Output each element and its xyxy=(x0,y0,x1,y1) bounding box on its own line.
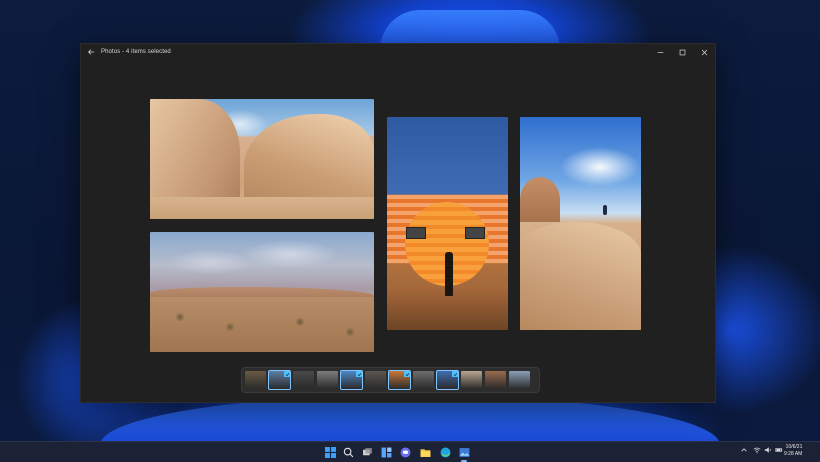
system-clock[interactable]: 10/6/21 9:28 AM xyxy=(784,444,802,458)
photo-joshua-tree-landscape[interactable] xyxy=(150,232,374,352)
clock-time: 9:28 AM xyxy=(784,451,803,457)
file-explorer-icon[interactable] xyxy=(418,445,432,459)
search-icon[interactable] xyxy=(341,445,355,459)
filmstrip-thumbnail[interactable] xyxy=(268,370,291,390)
photo-desert-boulders-hiker[interactable] xyxy=(150,99,374,219)
back-arrow-icon xyxy=(88,49,95,55)
task-view-icon[interactable] xyxy=(360,445,374,459)
chat-icon[interactable] xyxy=(398,445,412,459)
window-title: Photos - 4 items selected xyxy=(101,49,171,55)
close-button[interactable] xyxy=(693,44,715,60)
wifi-icon[interactable] xyxy=(753,446,761,454)
filmstrip-thumbnail[interactable] xyxy=(461,371,482,389)
photos-window: Photos - 4 items selected xyxy=(80,43,716,403)
filmstrip-thumbnail[interactable] xyxy=(509,371,530,389)
photo-rock-slope-hiker[interactable] xyxy=(520,117,641,330)
filmstrip-thumbnail[interactable] xyxy=(340,370,363,390)
filmstrip-thumbnail[interactable] xyxy=(317,371,338,389)
volume-icon[interactable] xyxy=(764,446,772,454)
widgets-icon[interactable] xyxy=(379,445,393,459)
filmstrip-thumbnail[interactable] xyxy=(413,371,434,389)
clock-date: 10/6/21 xyxy=(785,444,803,450)
filmstrip-thumbnail[interactable] xyxy=(485,371,506,389)
show-hidden-icons-chevron-icon[interactable] xyxy=(740,446,748,454)
taskbar: 10/6/21 9:28 AM xyxy=(0,441,820,462)
back-button[interactable] xyxy=(81,44,101,60)
battery-icon[interactable] xyxy=(775,446,783,454)
windows-start-icon[interactable] xyxy=(323,445,337,459)
title-bar: Photos - 4 items selected xyxy=(81,44,715,60)
maximize-icon xyxy=(679,49,685,55)
checkmark-icon xyxy=(404,371,410,377)
filmstrip-thumbnail[interactable] xyxy=(365,371,386,389)
filmstrip-thumbnail[interactable] xyxy=(388,370,411,390)
close-icon xyxy=(701,49,707,55)
photos-app-icon[interactable] xyxy=(457,445,471,462)
edge-browser-icon[interactable] xyxy=(438,445,452,459)
filmstrip-thumbnail[interactable] xyxy=(245,371,266,389)
minimize-button[interactable] xyxy=(649,44,671,60)
filmstrip-thumbnail[interactable] xyxy=(436,370,459,390)
photo-orange-sun-mural[interactable] xyxy=(387,117,508,330)
minimize-icon xyxy=(657,51,663,53)
checkmark-icon xyxy=(284,371,290,377)
checkmark-icon xyxy=(452,371,458,377)
filmstrip xyxy=(241,367,540,393)
maximize-button[interactable] xyxy=(671,44,693,60)
checkmark-icon xyxy=(356,371,362,377)
filmstrip-thumbnail[interactable] xyxy=(293,371,314,389)
